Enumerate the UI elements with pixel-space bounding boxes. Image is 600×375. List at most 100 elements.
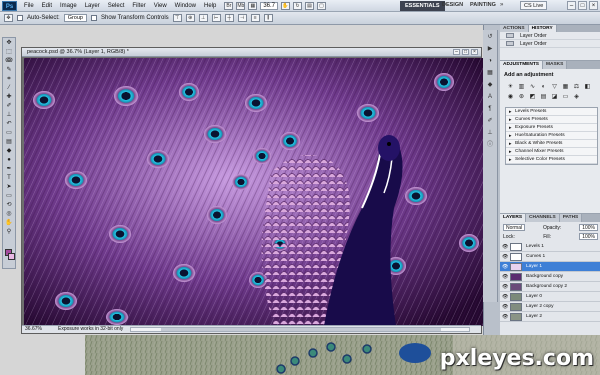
zoom-level[interactable]: 36.7 xyxy=(260,1,279,10)
eye-icon[interactable]: 👁 xyxy=(502,274,508,280)
menu-filter[interactable]: Filter xyxy=(128,3,149,9)
background-color[interactable] xyxy=(8,253,15,260)
close-icon[interactable]: × xyxy=(589,1,598,10)
gradient-icon[interactable]: ▤ xyxy=(4,138,14,146)
3d-rotate-icon[interactable]: ⟲ xyxy=(4,201,14,209)
history-item[interactable]: Layer Order xyxy=(500,32,600,40)
eye-icon[interactable]: 👁 xyxy=(502,304,508,310)
layer-row[interactable]: 👁 Background copy xyxy=(500,272,600,282)
rotate-view-icon[interactable]: ↻ xyxy=(293,1,303,10)
preset-levels[interactable]: Levels Presets xyxy=(506,108,597,116)
align-right-icon[interactable]: ⊣ xyxy=(237,14,247,22)
selective-color-icon[interactable]: ◈ xyxy=(572,93,581,101)
auto-select-checkbox[interactable] xyxy=(17,15,23,21)
mini-bridge-icon[interactable]: Mb xyxy=(236,1,246,10)
eraser-icon[interactable]: ▭ xyxy=(4,129,14,137)
styles-icon[interactable]: ◆ xyxy=(485,81,496,90)
menu-image[interactable]: Image xyxy=(56,3,81,9)
quick-select-icon[interactable]: ✎ xyxy=(4,66,14,74)
brightness-icon[interactable]: ☀ xyxy=(506,83,515,91)
menu-select[interactable]: Select xyxy=(104,3,129,9)
screen-mode-icon[interactable]: ▢ xyxy=(317,1,327,10)
menu-edit[interactable]: Edit xyxy=(38,3,56,9)
levels-icon[interactable]: ▥ xyxy=(517,83,526,91)
menu-window[interactable]: Window xyxy=(171,3,200,9)
curves-icon[interactable]: ∿ xyxy=(528,83,537,91)
blur-icon[interactable]: ◆ xyxy=(4,147,14,155)
tab-masks[interactable]: MASKS xyxy=(542,61,568,69)
eye-icon[interactable]: 👁 xyxy=(502,284,508,290)
move-tool-icon[interactable]: ✥ xyxy=(4,14,13,22)
tab-channels[interactable]: CHANNELS xyxy=(526,214,560,222)
actions-icon[interactable]: ▶ xyxy=(485,45,496,54)
vibrance-icon[interactable]: ▽ xyxy=(550,83,559,91)
document-tab[interactable]: peacock.psd @ 36.7% (Layer 1, RGB/8) * –… xyxy=(22,48,481,57)
canvas[interactable] xyxy=(24,58,483,326)
eye-icon[interactable]: 👁 xyxy=(502,294,508,300)
color-balance-icon[interactable]: ⚖ xyxy=(572,83,581,91)
healing-icon[interactable]: ✚ xyxy=(4,93,14,101)
character-icon[interactable]: A xyxy=(485,93,496,102)
layer-row[interactable]: 👁 Curves 1 xyxy=(500,252,600,262)
cs-live-button[interactable]: CS Live xyxy=(520,1,548,10)
move-icon[interactable]: ✥ xyxy=(4,39,14,47)
menu-file[interactable]: File xyxy=(20,3,38,9)
layer-row-selected[interactable]: 👁 Layer 1 xyxy=(500,262,600,272)
workspace-painting[interactable]: PAINTING xyxy=(470,2,496,8)
photo-filter-icon[interactable]: ◉ xyxy=(506,93,515,101)
brush-presets-icon[interactable]: ✐ xyxy=(485,117,496,126)
swatches-icon[interactable]: ▦ xyxy=(485,69,496,78)
workspace-design[interactable]: DESIGN xyxy=(442,2,463,8)
shape-icon[interactable]: ▭ xyxy=(4,192,14,200)
horizontal-scrollbar[interactable] xyxy=(130,327,470,332)
menu-layer[interactable]: Layer xyxy=(81,3,104,9)
preset-curves[interactable]: Curves Presets xyxy=(506,116,597,124)
bridge-icon[interactable]: Br xyxy=(224,1,234,10)
layer-row[interactable]: 👁 Levels 1 xyxy=(500,242,600,252)
grid-icon[interactable]: ▦ xyxy=(248,1,258,10)
paragraph-icon[interactable]: ¶ xyxy=(485,105,496,114)
layer-row[interactable]: 👁 Layer 2 copy xyxy=(500,302,600,312)
path-select-icon[interactable]: ➤ xyxy=(4,183,14,191)
history-item[interactable]: Layer Order xyxy=(500,40,600,48)
distribute-h-icon[interactable]: ⫼ xyxy=(263,14,273,22)
preset-channel-mixer[interactable]: Channel Mixer Presets xyxy=(506,148,597,156)
align-center-icon[interactable]: ┼ xyxy=(224,14,234,22)
channel-mixer-icon[interactable]: ⊛ xyxy=(517,93,526,101)
auto-select-dropdown[interactable]: Group xyxy=(63,14,87,22)
layer-row[interactable]: 👁 Layer 0 xyxy=(500,292,600,302)
blend-mode-select[interactable]: Normal xyxy=(503,224,526,231)
doc-close-icon[interactable]: × xyxy=(471,49,478,55)
opacity-input[interactable]: 100% xyxy=(579,224,598,231)
status-zoom[interactable]: 36.67% xyxy=(25,326,42,333)
align-left-icon[interactable]: ⊢ xyxy=(211,14,221,22)
arrange-icon[interactable]: ▤ xyxy=(305,1,315,10)
align-middle-icon[interactable]: ⊕ xyxy=(185,14,195,22)
transform-controls-checkbox[interactable] xyxy=(90,15,97,21)
layer-row[interactable]: 👁 Background copy 2 xyxy=(500,282,600,292)
scrollbar-thumb[interactable] xyxy=(161,328,441,331)
distribute-icon[interactable]: ≡ xyxy=(250,14,260,22)
invert-icon[interactable]: ◩ xyxy=(528,93,537,101)
gradient-map-icon[interactable]: ▭ xyxy=(561,93,570,101)
stamp-icon[interactable]: ⊥ xyxy=(4,111,14,119)
exposure-icon[interactable]: ◐ xyxy=(539,83,548,91)
threshold-icon[interactable]: ◪ xyxy=(550,93,559,101)
eye-icon[interactable]: 👁 xyxy=(502,314,508,320)
align-top-icon[interactable]: ⊤ xyxy=(172,14,182,22)
align-bottom-icon[interactable]: ⊥ xyxy=(198,14,208,22)
bw-icon[interactable]: ◧ xyxy=(583,83,592,91)
doc-maximize-icon[interactable]: □ xyxy=(462,49,469,55)
tab-adjustments[interactable]: ADJUSTMENTS xyxy=(500,61,543,69)
fill-input[interactable]: 100% xyxy=(579,233,598,240)
preset-selective-color[interactable]: Selective Color Presets xyxy=(506,156,597,164)
clone-source-icon[interactable]: ⊥ xyxy=(485,129,496,138)
brush-icon[interactable]: ✐ xyxy=(4,102,14,110)
preset-exposure[interactable]: Exposure Presets xyxy=(506,124,597,132)
hand-icon[interactable]: ✋ xyxy=(4,219,14,227)
minimize-icon[interactable]: – xyxy=(567,1,576,10)
workspace-essentials[interactable]: ESSENTIALS xyxy=(400,1,445,11)
zoom-icon[interactable]: ⚲ xyxy=(4,228,14,236)
eye-icon[interactable]: 👁 xyxy=(502,264,508,270)
history-brush-icon[interactable]: ↶ xyxy=(4,120,14,128)
